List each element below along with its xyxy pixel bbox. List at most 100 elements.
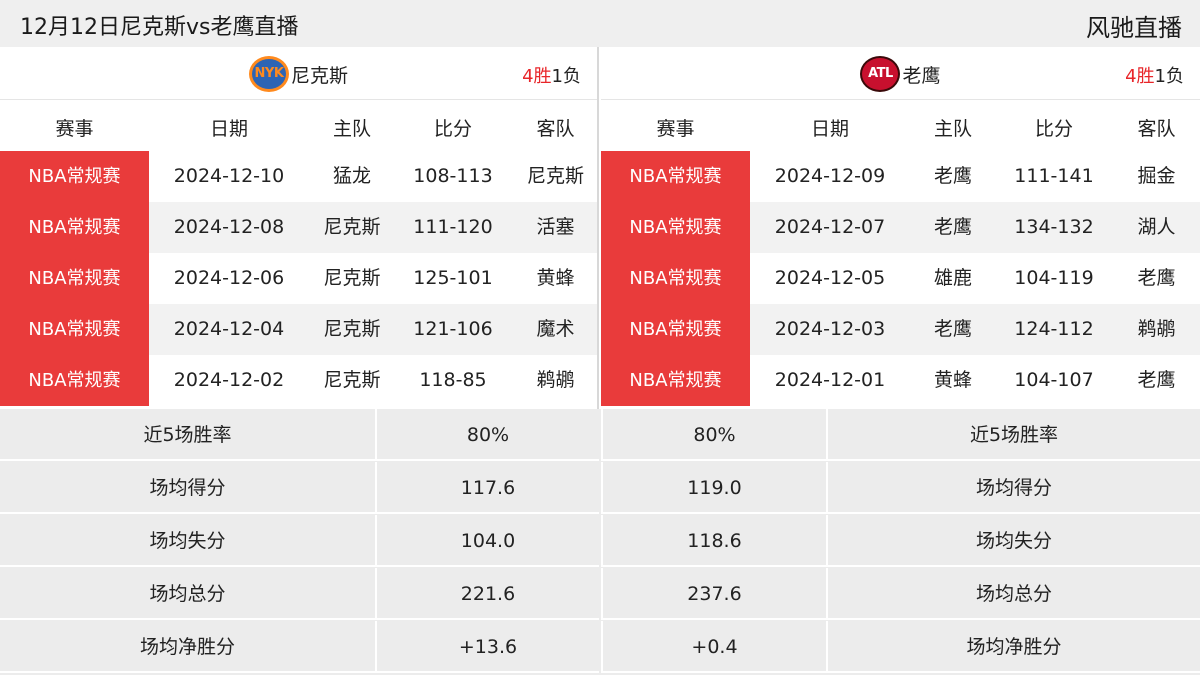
league-badge: NBA常规赛: [601, 355, 750, 406]
game-date: 2024-12-01: [774, 369, 886, 391]
stat-label-left: 近5场胜率: [0, 409, 375, 461]
table-row[interactable]: NBA常规赛 2024-12-10 猛龙 108-113 尼克斯: [0, 151, 597, 202]
right-team-panel: ATL 老鹰 4胜1负 赛事 日期 主队 比分 客队 NBA常规赛 2024-12…: [601, 47, 1200, 409]
right-games-list: NBA常规赛 2024-12-09 老鹰 111-141 掘金 NBA常规赛 2…: [601, 151, 1200, 406]
page-title: 12月12日尼克斯vs老鹰直播: [20, 15, 299, 40]
table-row[interactable]: NBA常规赛 2024-12-06 尼克斯 125-101 黄蜂: [0, 253, 597, 304]
table-row[interactable]: NBA常规赛 2024-12-09 老鹰 111-141 掘金: [601, 151, 1200, 202]
away-team: 活塞: [536, 216, 575, 238]
away-team: 掘金: [1137, 165, 1176, 187]
away-team: 老鹰: [1137, 267, 1176, 289]
home-team: 尼克斯: [323, 318, 381, 340]
col-header-league: 赛事: [55, 118, 94, 140]
col-header-away: 客队: [1137, 118, 1176, 140]
stat-label-left: 场均得分: [0, 462, 375, 514]
table-row[interactable]: NBA常规赛 2024-12-03 老鹰 124-112 鹈鹕: [601, 304, 1200, 355]
right-team-name[interactable]: 老鹰: [902, 61, 940, 88]
home-team: 猛龙: [332, 165, 371, 187]
game-date: 2024-12-07: [774, 216, 886, 238]
left-team-record: 4胜1负: [522, 62, 581, 88]
away-team: 尼克斯: [526, 165, 584, 187]
stat-value-right: 237.6: [601, 568, 826, 620]
table-row[interactable]: NBA常规赛 2024-12-08 尼克斯 111-120 活塞: [0, 202, 597, 253]
table-row[interactable]: NBA常规赛 2024-12-07 老鹰 134-132 湖人: [601, 202, 1200, 253]
home-team: 老鹰: [933, 165, 972, 187]
stat-value-right: 119.0: [601, 462, 826, 514]
game-score: 118-85: [419, 369, 487, 391]
league-badge: NBA常规赛: [601, 304, 750, 355]
game-score: 134-132: [1014, 216, 1094, 238]
league-badge: NBA常规赛: [0, 151, 149, 202]
stat-label-left: 场均总分: [0, 568, 375, 620]
game-score: 121-106: [413, 318, 493, 340]
stat-row-avg-points: 场均得分 117.6 119.0 场均得分: [0, 462, 1200, 514]
game-score: 125-101: [413, 267, 493, 289]
game-date: 2024-12-09: [774, 165, 886, 187]
left-team-header: NYK 尼克斯 4胜1负: [0, 47, 597, 100]
game-date: 2024-12-03: [774, 318, 886, 340]
stat-value-right: 80%: [601, 409, 826, 461]
brand-name: 风驰直播: [1086, 14, 1182, 42]
away-team: 老鹰: [1137, 369, 1176, 391]
col-header-score: 比分: [1034, 118, 1073, 140]
left-column-headers: 赛事 日期 主队 比分 客队: [0, 100, 597, 151]
game-score: 111-120: [413, 216, 493, 238]
col-header-away: 客队: [536, 118, 575, 140]
stat-label-left: 场均失分: [0, 515, 375, 567]
knicks-logo-icon: NYK: [248, 56, 289, 92]
stat-label-right: 场均净胜分: [826, 621, 1200, 673]
game-score: 104-107: [1014, 369, 1094, 391]
stat-label-right: 场均总分: [826, 568, 1200, 620]
league-badge: NBA常规赛: [601, 253, 750, 304]
away-team: 湖人: [1137, 216, 1176, 238]
stat-label-left: 场均净胜分: [0, 621, 375, 673]
table-row[interactable]: NBA常规赛 2024-12-05 雄鹿 104-119 老鹰: [601, 253, 1200, 304]
left-record-losses: 1负: [551, 66, 581, 87]
stat-label-right: 近5场胜率: [826, 409, 1200, 461]
home-team: 老鹰: [933, 216, 972, 238]
game-score: 124-112: [1014, 318, 1094, 340]
game-date: 2024-12-06: [173, 267, 285, 289]
league-badge: NBA常规赛: [0, 253, 149, 304]
stat-value-left: 104.0: [375, 515, 599, 567]
game-date: 2024-12-08: [173, 216, 285, 238]
table-row[interactable]: NBA常规赛 2024-12-02 尼克斯 118-85 鹈鹕: [0, 355, 597, 406]
stat-row-avg-margin: 场均净胜分 +13.6 +0.4 场均净胜分: [0, 621, 1200, 673]
col-header-score: 比分: [433, 118, 472, 140]
stat-value-left: +13.6: [375, 621, 599, 673]
stat-value-right: 118.6: [601, 515, 826, 567]
stat-value-left: 117.6: [375, 462, 599, 514]
league-badge: NBA常规赛: [0, 304, 149, 355]
game-score: 108-113: [413, 165, 493, 187]
table-row[interactable]: NBA常规赛 2024-12-04 尼克斯 121-106 魔术: [0, 304, 597, 355]
stat-label-right: 场均得分: [826, 462, 1200, 514]
stat-row-avg-total: 场均总分 221.6 237.6 场均总分: [0, 568, 1200, 620]
stat-value-left: 221.6: [375, 568, 599, 620]
home-team: 尼克斯: [323, 216, 381, 238]
right-team-header: ATL 老鹰 4胜1负: [601, 47, 1200, 100]
right-column-headers: 赛事 日期 主队 比分 客队: [601, 100, 1200, 151]
game-score: 104-119: [1014, 267, 1094, 289]
away-team: 魔术: [536, 318, 575, 340]
stat-value-left: 80%: [375, 409, 599, 461]
home-team: 雄鹿: [933, 267, 972, 289]
col-header-league: 赛事: [656, 118, 695, 140]
col-header-home: 主队: [332, 118, 371, 140]
stat-label-right: 场均失分: [826, 515, 1200, 567]
league-badge: NBA常规赛: [0, 202, 149, 253]
title-bar: 12月12日尼克斯vs老鹰直播 风驰直播: [0, 0, 1200, 47]
col-header-home: 主队: [933, 118, 972, 140]
left-team-name[interactable]: 尼克斯: [291, 61, 348, 88]
game-date: 2024-12-10: [173, 165, 285, 187]
game-date: 2024-12-02: [173, 369, 285, 391]
away-team: 鹈鹕: [536, 369, 575, 391]
stat-row-avg-allowed: 场均失分 104.0 118.6 场均失分: [0, 515, 1200, 567]
stat-value-right: +0.4: [601, 621, 826, 673]
table-row[interactable]: NBA常规赛 2024-12-01 黄蜂 104-107 老鹰: [601, 355, 1200, 406]
away-team: 鹈鹕: [1137, 318, 1176, 340]
right-record-wins: 4胜: [1125, 66, 1155, 87]
league-badge: NBA常规赛: [601, 151, 750, 202]
col-header-date: 日期: [810, 118, 849, 140]
right-team-record: 4胜1负: [1125, 62, 1184, 88]
home-team: 尼克斯: [323, 267, 381, 289]
